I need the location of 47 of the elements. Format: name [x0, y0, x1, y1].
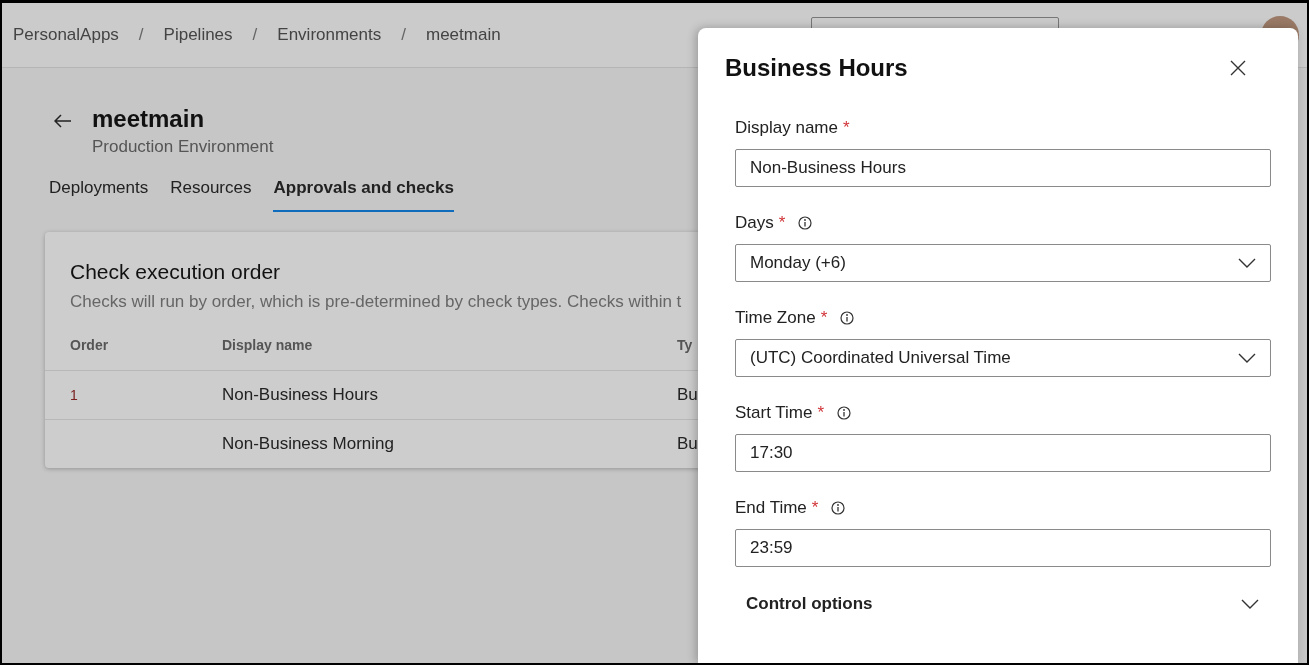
chevron-down-icon: [1238, 258, 1256, 268]
section-toggle[interactable]: Control options: [746, 594, 873, 614]
field-label: Time Zone: [735, 308, 816, 328]
dropdown[interactable]: Monday (+6): [735, 244, 1271, 282]
column-header: Order: [70, 337, 109, 353]
info-icon[interactable]: [798, 216, 813, 230]
page-subtitle: Production Environment: [92, 137, 274, 157]
required-asterisk: *: [778, 213, 786, 233]
field-label: Days: [735, 213, 774, 233]
card-title: Check execution order: [70, 260, 281, 284]
tab[interactable]: Deployments: [49, 177, 149, 212]
table-cell: Non-Business Morning: [222, 434, 394, 454]
breadcrumb-link[interactable]: meetmain: [426, 25, 501, 45]
breadcrumb-link[interactable]: PersonalApps: [13, 25, 119, 45]
breadcrumb-separator: /: [401, 25, 406, 45]
breadcrumb-link[interactable]: Environments: [277, 25, 382, 45]
page-title: meetmain: [92, 105, 206, 133]
field-label: Display name: [735, 118, 838, 138]
card-description: Checks will run by order, which is pre-determined by check types. Checks within t: [70, 292, 683, 312]
info-icon[interactable]: [840, 311, 855, 325]
required-asterisk: *: [811, 498, 819, 518]
required-asterisk: *: [817, 403, 825, 423]
dropdown[interactable]: (UTC) Coordinated Universal Time: [735, 339, 1271, 377]
info-icon[interactable]: [831, 501, 846, 515]
input-field[interactable]: 23:59: [735, 529, 1271, 567]
panel-title: Business Hours: [725, 54, 908, 82]
field-label: End Time: [735, 498, 807, 518]
column-header: Display name: [222, 337, 313, 353]
field-label: Start Time: [735, 403, 813, 423]
close-icon[interactable]: [1230, 60, 1246, 76]
input-field[interactable]: Non-Business Hours: [735, 149, 1271, 187]
table-cell: Bu: [677, 434, 698, 454]
table-cell-text: 1: [70, 386, 78, 403]
back-arrow-icon[interactable]: [54, 114, 72, 128]
tab[interactable]: Resources: [170, 177, 252, 212]
table-cell: Non-Business Hours: [222, 385, 378, 405]
input-field[interactable]: 17:30: [735, 434, 1271, 472]
column-header: Ty: [677, 337, 693, 353]
tab[interactable]: Approvals and checks: [273, 177, 454, 212]
breadcrumb-separator: /: [138, 25, 144, 45]
breadcrumb-link[interactable]: Pipelines: [163, 25, 233, 45]
required-asterisk: *: [843, 118, 850, 138]
chevron-down-icon: [1238, 353, 1256, 363]
required-asterisk: *: [820, 308, 828, 328]
breadcrumb-separator: /: [252, 25, 258, 45]
info-icon[interactable]: [837, 406, 852, 420]
table-cell: Bu: [677, 385, 698, 405]
